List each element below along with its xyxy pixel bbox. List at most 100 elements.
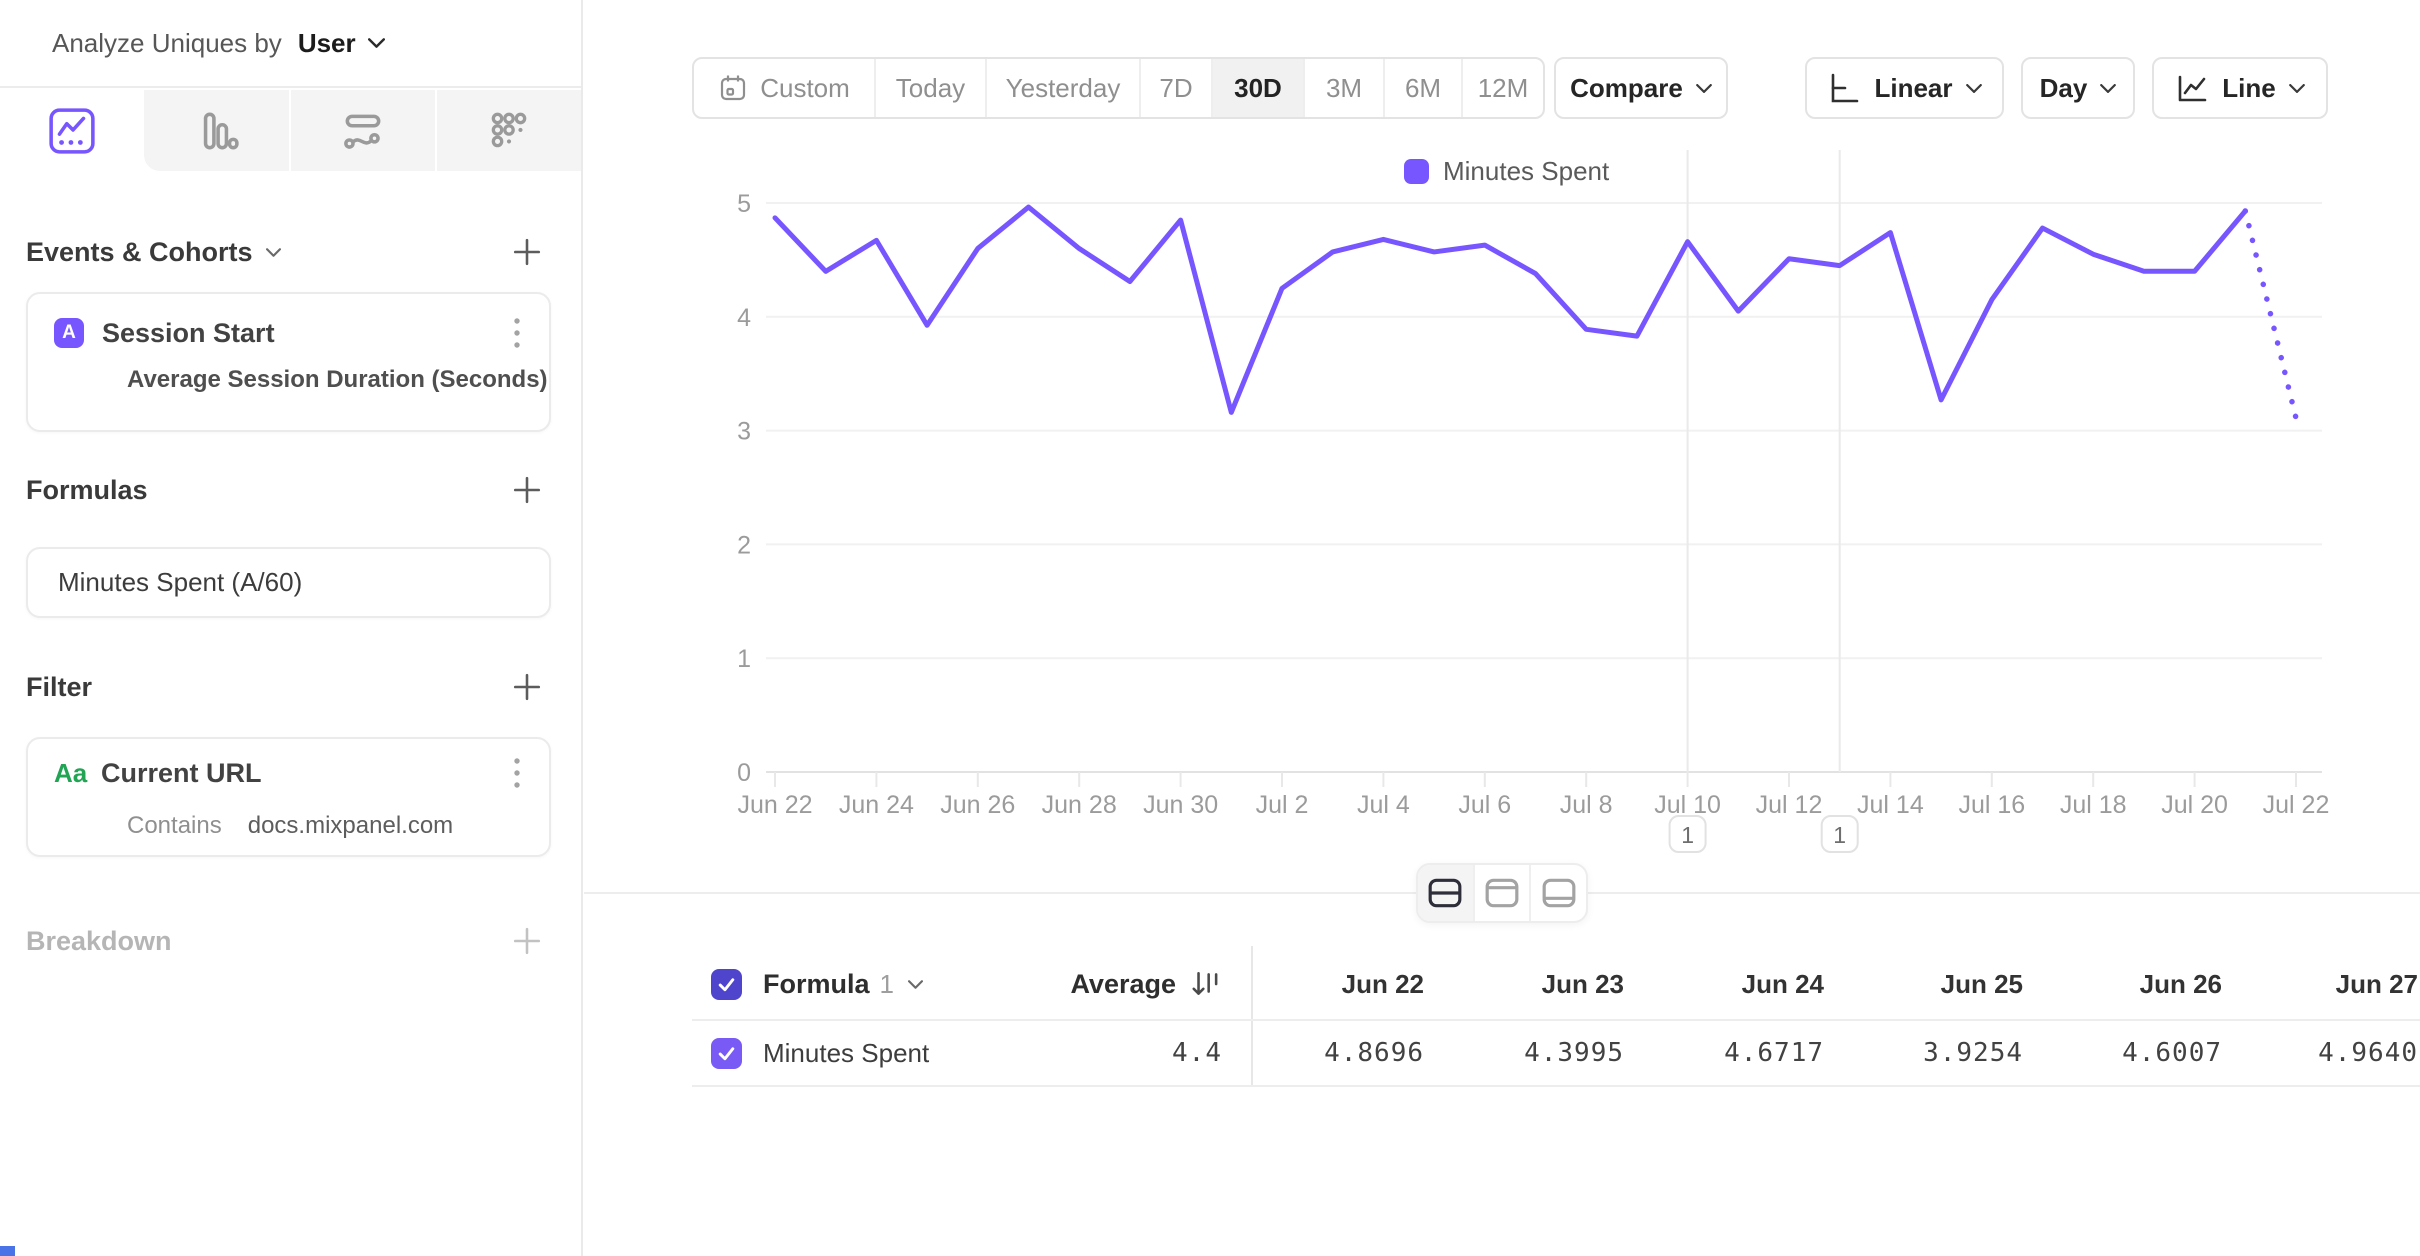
formula-column-header[interactable]: Formula 1 [763,969,923,1000]
x-tick-label: Jun 26 [940,791,1015,819]
chart-legend: Minutes Spent [1404,156,1609,187]
average-value: 4.4 [1172,1038,1222,1068]
add-filter-button[interactable] [512,672,542,702]
add-event-button[interactable] [512,237,542,267]
date-range-yesterday[interactable]: Yesterday [985,59,1139,117]
series-name: Minutes Spent [763,1038,929,1069]
string-type-icon: Aa [54,758,87,789]
table-row-border [692,1085,2420,1087]
date-range-control: Custom Today Yesterday 7D 30D 3M 6M 12M [692,57,1545,119]
average-column-header[interactable]: Average [960,958,1222,1010]
chevron-down-icon [1696,84,1712,93]
table-column-header[interactable]: Jun 25 [1833,958,2023,1010]
formula-expression: Minutes Spent (A/60) [58,549,302,616]
table-column-header[interactable]: Jun 23 [1434,958,1624,1010]
filter-condition-row[interactable]: Contains docs.mixpanel.com [54,811,521,841]
date-range-6m-label: 6M [1405,73,1441,104]
metrics-grid-icon [485,107,533,155]
analyze-by-value: User [298,28,356,59]
filter-card-current-url[interactable]: Aa Current URL Contains docs.mixpanel.co… [26,737,551,857]
event-measurement[interactable]: Average Session Duration (Seconds) [127,366,548,394]
chevron-down-icon [908,980,923,989]
bar-chart-icon [192,107,240,155]
query-builder-sidebar: Analyze Uniques by User [0,0,583,1256]
line-chart-type-icon [2175,71,2209,105]
kebab-icon [513,757,521,789]
tab-bar-chart[interactable] [144,90,288,171]
add-formula-button[interactable] [512,475,542,505]
event-kebab-menu[interactable] [513,317,521,349]
date-range-7d[interactable]: 7D [1139,59,1211,117]
split-view-icon [1427,877,1463,909]
annotation-badge[interactable] [1822,816,1858,852]
average-value-cell: 4.4 [960,1027,1222,1079]
formulas-title: Formulas [26,475,148,506]
date-range-30d-selected[interactable]: 30D [1211,59,1303,117]
layout-table-only-button[interactable] [1529,865,1586,921]
chevron-down-icon[interactable] [266,248,281,257]
y-tick-label: 5 [737,190,751,218]
formulas-section-header: Formulas [26,464,542,516]
date-range-custom[interactable]: Custom [694,59,874,117]
x-tick-label: Jul 18 [2060,791,2127,819]
x-tick-label: Jun 28 [1042,791,1117,819]
event-card-session-start[interactable]: A Session Start Average Session Duration… [26,292,551,432]
linear-axis-icon [1827,71,1861,105]
series-line-projected [2245,211,2296,418]
layout-chart-only-button[interactable] [1473,865,1530,921]
filter-operator[interactable]: Contains [127,812,222,840]
layout-split-button[interactable] [1418,865,1473,921]
table-column-header[interactable]: Jun 24 [1634,958,1824,1010]
table-only-icon [1541,877,1577,909]
events-cohorts-section-header: Events & Cohorts [26,226,542,278]
annotation-badge[interactable] [1670,816,1706,852]
series-line [775,207,2245,412]
layout-toggle [1416,863,1588,923]
date-range-3m[interactable]: 3M [1303,59,1383,117]
compare-button[interactable]: Compare [1554,57,1728,119]
filter-section-header: Filter [26,661,542,713]
table-header-border [692,1019,2420,1021]
tab-metrics-grid[interactable] [435,90,581,171]
series-checkbox[interactable] [711,1038,742,1069]
chat-widget-edge[interactable] [0,1246,15,1256]
sort-descending-icon [1190,969,1222,999]
x-tick-label: Jul 6 [1458,791,1511,819]
event-card-title-row: A Session Start [54,316,521,350]
date-range-today[interactable]: Today [874,59,985,117]
check-icon [716,1043,737,1064]
analyze-by-selector[interactable]: User [298,28,385,59]
axis-scale-button[interactable]: Linear [1805,57,2004,119]
chevron-down-icon [368,38,385,48]
plus-icon [512,926,542,956]
tab-line-chart[interactable] [0,90,144,171]
date-range-30d-label: 30D [1234,73,1282,104]
line-chart-icon [48,107,96,155]
date-range-custom-label: Custom [760,73,850,104]
add-breakdown-button[interactable] [512,926,542,956]
x-tick-label: Jul 20 [2161,791,2228,819]
x-tick-label: Jul 4 [1357,791,1410,819]
date-range-6m[interactable]: 6M [1383,59,1461,117]
filter-value[interactable]: docs.mixpanel.com [248,812,453,840]
formula-card[interactable]: Minutes Spent (A/60) [26,547,551,618]
chart-only-icon [1484,877,1520,909]
plus-icon [512,672,542,702]
chart-type-button[interactable]: Line [2152,57,2328,119]
table-cell-value: 4.9640 [2228,1027,2418,1079]
filter-title: Filter [26,672,92,703]
date-range-12m[interactable]: 12M [1461,59,1543,117]
granularity-button[interactable]: Day [2021,57,2135,119]
filter-kebab-menu[interactable] [513,757,521,789]
table-column-header[interactable]: Jun 26 [2032,958,2222,1010]
chevron-down-icon [2100,84,2116,93]
filter-card-title-row: Aa Current URL [54,757,521,789]
annotation-badge-count: 1 [1681,822,1694,848]
table-column-header[interactable]: Jun 22 [1234,958,1424,1010]
x-tick-label: Jul 14 [1857,791,1924,819]
table-column-header[interactable]: Jun 27 [2228,958,2418,1010]
tab-flow[interactable] [289,90,435,171]
y-tick-label: 0 [737,759,751,787]
select-all-checkbox[interactable] [711,969,742,1000]
events-cohorts-label: Events & Cohorts [26,237,253,268]
